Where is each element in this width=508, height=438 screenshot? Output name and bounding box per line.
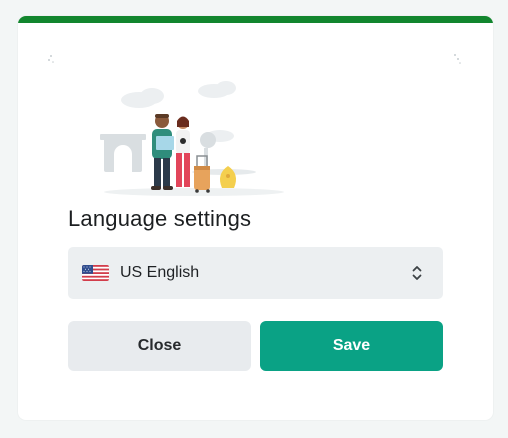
save-button[interactable]: Save [260,321,443,371]
suitcase [194,155,210,193]
traveler-man [151,114,174,190]
language-select[interactable]: US English [68,247,443,299]
traveler-woman [176,116,190,187]
chevron-up-down-icon [412,266,422,280]
corner-sparkle-right [454,54,461,64]
dialog-title: Language settings [68,206,252,231]
language-settings-dialog: Language settings US English Close Save [18,16,493,420]
corner-sparkle-left [48,55,54,63]
dialog-top-accent-bar [18,16,493,23]
us-flag-icon [82,265,109,281]
travelers-illustration [48,54,461,196]
close-button[interactable]: Close [68,321,251,371]
selected-language-label: US English [120,264,200,281]
